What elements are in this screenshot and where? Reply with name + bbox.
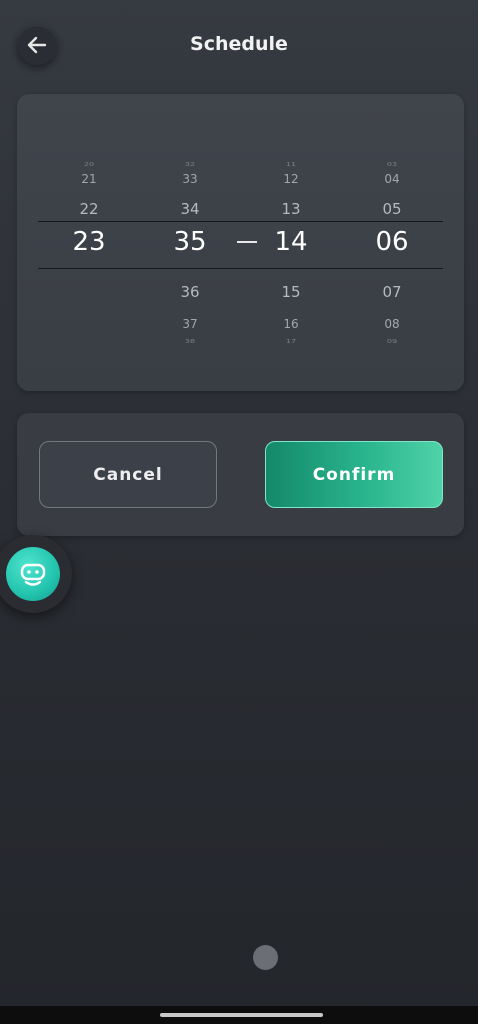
- wheel-item: 17: [285, 338, 297, 345]
- wheel-item: 20: [83, 161, 95, 168]
- wheel-item: 09: [386, 338, 398, 345]
- start-hour-wheel[interactable]: 20 21 22 23: [49, 94, 129, 391]
- wheel-item: 04: [384, 172, 400, 186]
- wheel-item: 38: [184, 338, 196, 345]
- wheel-item: 07: [382, 283, 402, 301]
- time-picker: 20 21 22 23 32 33 34 35 36 37 38 11 12 1…: [17, 94, 464, 391]
- end-minute-wheel[interactable]: 03 04 05 06 07 08 09: [352, 94, 432, 391]
- page-indicator-dot: [253, 945, 278, 970]
- system-nav-bar: [0, 1006, 478, 1024]
- end-hour-wheel[interactable]: 11 12 13 14 15 16 17: [251, 94, 331, 391]
- home-indicator[interactable]: [160, 1013, 323, 1017]
- selected-start-minute: 35: [173, 227, 207, 257]
- selected-end-minute: 06: [375, 227, 409, 257]
- wheel-item: 36: [180, 283, 200, 301]
- selected-start-hour: 23: [72, 227, 106, 257]
- wheel-item: 05: [382, 200, 402, 218]
- confirm-button[interactable]: Confirm: [265, 441, 443, 508]
- wheel-item: 37: [182, 317, 198, 331]
- wheel-item: 15: [281, 283, 301, 301]
- wheel-item: 16: [283, 317, 299, 331]
- page-title: Schedule: [190, 33, 288, 55]
- wheel-item: 22: [79, 200, 99, 218]
- cancel-button[interactable]: Cancel: [39, 441, 217, 508]
- robot-icon: [20, 563, 46, 586]
- selected-end-hour: 14: [274, 227, 308, 257]
- wheel-item: 21: [81, 172, 97, 186]
- start-minute-wheel[interactable]: 32 33 34 35 36 37 38: [150, 94, 230, 391]
- wheel-item: 03: [386, 161, 398, 168]
- action-panel: Cancel Confirm: [17, 413, 464, 536]
- wheel-item: 13: [281, 200, 301, 218]
- wheel-item: 11: [285, 161, 297, 168]
- wheel-item: 34: [180, 200, 200, 218]
- assistant-floating-button[interactable]: [0, 535, 72, 613]
- assistant-button-core: [6, 547, 60, 601]
- wheel-item: 08: [384, 317, 400, 331]
- wheel-item: 12: [283, 172, 299, 186]
- wheel-item: 33: [182, 172, 198, 186]
- wheel-item: 32: [184, 161, 196, 168]
